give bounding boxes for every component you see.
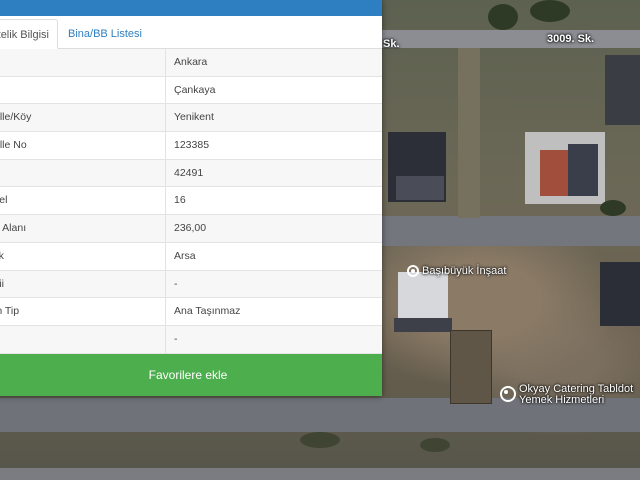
road-label: Sk. [383, 38, 400, 50]
attribute-table: Ankara Çankaya alle/Köy Yenikent alle No 1233… [0, 49, 382, 354]
building-roof [568, 144, 598, 196]
attribute-key: kii [0, 270, 166, 298]
parcel-info-panel: Nitelik Bilgisi Bina/BB Listesi Ankara Ça… [0, 0, 382, 396]
map-tree [300, 432, 340, 448]
building-roof [398, 272, 448, 322]
attribute-key: alle/Köy [0, 104, 166, 132]
tab-nitelik-bilgisi[interactable]: Nitelik Bilgisi [0, 19, 58, 49]
map-tree [420, 438, 450, 452]
table-row: a- [0, 325, 382, 354]
attribute-key [0, 49, 166, 76]
map-tree [530, 0, 570, 22]
attribute-key: alle No [0, 132, 166, 159]
attribute-key: u Alanı [0, 215, 166, 242]
table-row: alle No 123385 [0, 132, 382, 160]
attribute-value: Ankara [174, 56, 208, 68]
map-tree [488, 4, 518, 30]
table-row: alle/Köy Yenikent [0, 104, 382, 133]
attribute-value: - [174, 332, 178, 345]
table-row: u Alanı 236,00 [0, 215, 382, 243]
attribute-value: 123385 [174, 139, 210, 152]
building-roof [394, 318, 452, 332]
location-pin-icon [500, 386, 516, 402]
attribute-value: Ana Taşınmaz [174, 305, 241, 318]
map-road [380, 216, 640, 246]
table-row: in Tip Ana Taşınmaz [0, 298, 382, 326]
location-pin-icon [407, 265, 419, 277]
building-roof [600, 262, 640, 326]
attribute-key-text: in Tip [0, 305, 20, 318]
attribute-value: Yenikent [174, 111, 214, 124]
map-road [380, 30, 640, 48]
attribute-key: a [0, 325, 166, 353]
attribute-value: 236,00 [174, 222, 207, 235]
table-row: kii - [0, 270, 382, 299]
attribute-key: lik [0, 242, 166, 270]
attribute-key [0, 159, 166, 187]
table-row: Çankaya [0, 76, 382, 105]
attribute-key-text: kii [0, 277, 4, 290]
table-row: Ankara [0, 49, 382, 77]
map-pin-okyay[interactable]: Okyay Catering Tabldot Yemek Hizmetleri [500, 384, 633, 406]
attribute-key [0, 76, 166, 104]
attribute-key-text: alle/Köy [0, 111, 32, 124]
attribute-key-text: u Alanı [0, 222, 27, 235]
building-roof [605, 55, 640, 125]
attribute-value: Çankaya [174, 83, 216, 96]
attribute-key-text: sel [0, 194, 8, 207]
map-road [0, 468, 640, 480]
tab-bina-bb-listesi[interactable]: Bina/BB Listesi [60, 19, 150, 49]
panel-header [0, 0, 382, 16]
building-roof [450, 330, 492, 404]
road-label: 3009. Sk. [547, 33, 595, 45]
map-pin-basibuyuk[interactable]: Başıbüyük İnşaat [407, 265, 506, 277]
map-pin-label: Başıbüyük İnşaat [422, 264, 507, 277]
table-row: sel 16 [0, 187, 382, 216]
table-row: 42491 [0, 159, 382, 188]
map-pin-label: Okyay Catering Tabldot Yemek Hizmetleri [519, 383, 634, 406]
add-to-favorites-button[interactable]: Favorilere ekle [0, 354, 382, 396]
map-road [458, 48, 480, 218]
attribute-key: sel [0, 187, 166, 215]
attribute-value: Arsa [174, 249, 196, 262]
attribute-value: - [174, 277, 178, 290]
map-tree [600, 200, 626, 216]
panel-tabs: Nitelik Bilgisi Bina/BB Listesi [0, 16, 382, 49]
building-roof [396, 176, 444, 200]
attribute-key-text: alle No [0, 139, 27, 152]
attribute-value: 42491 [174, 166, 204, 179]
attribute-value: 16 [174, 194, 186, 207]
building-roof [540, 150, 570, 196]
attribute-key-text: lik [0, 250, 4, 262]
table-row: lik Arsa [0, 242, 382, 271]
attribute-key: in Tip [0, 298, 166, 325]
